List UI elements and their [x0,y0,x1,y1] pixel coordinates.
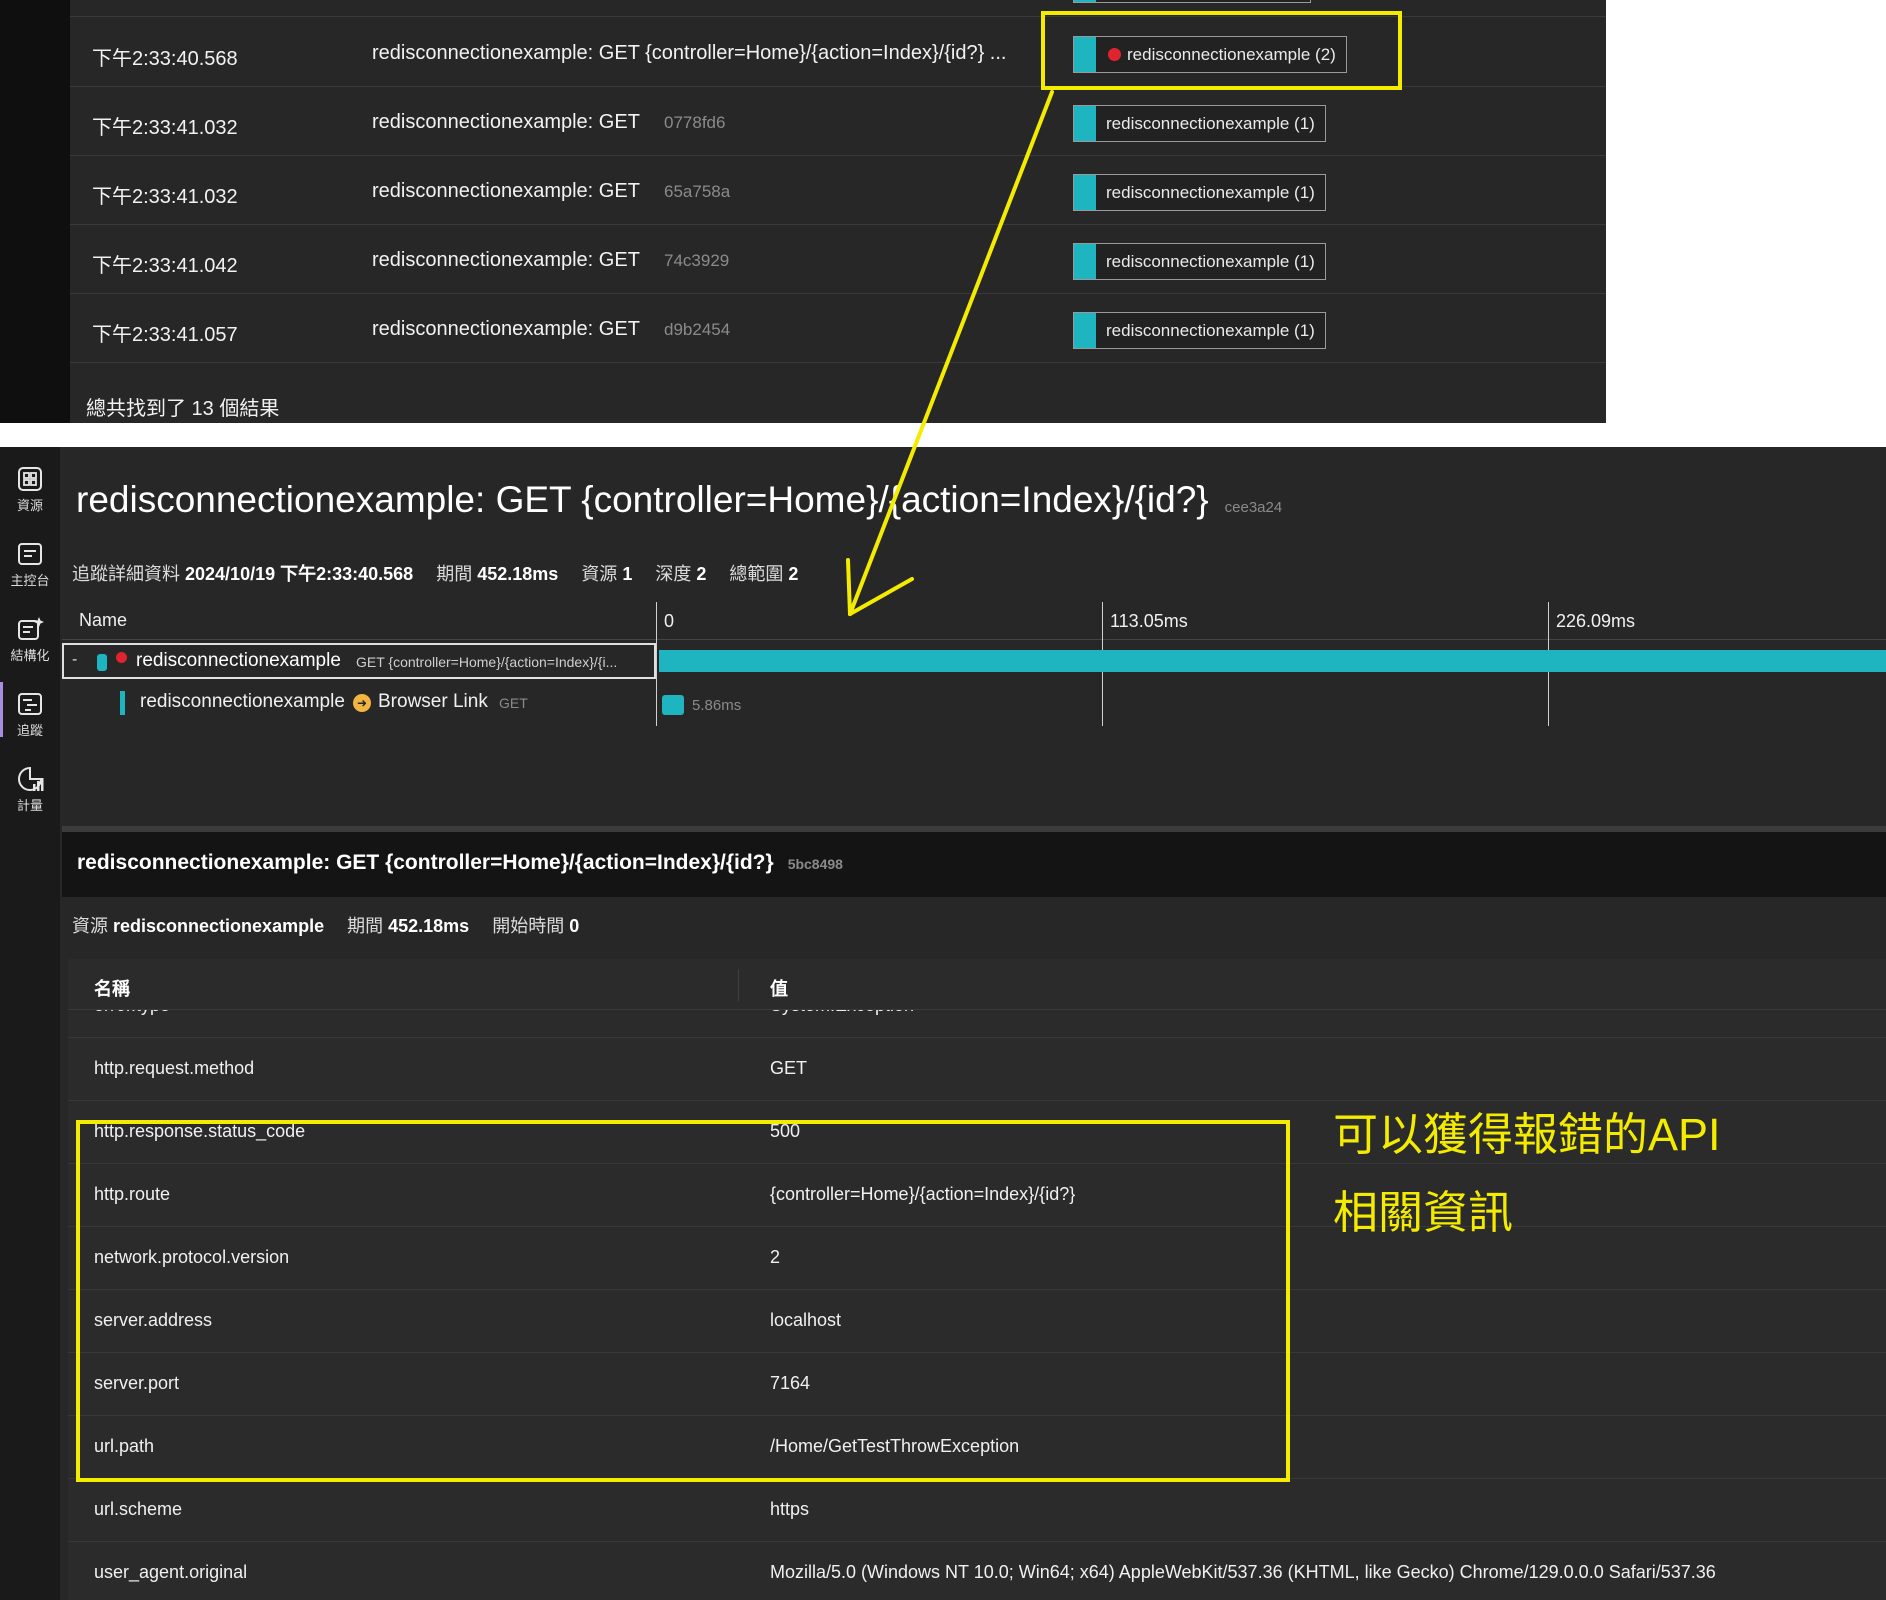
error-icon [116,652,127,663]
trace-id: d9b2454 [664,320,731,339]
tick-label: 226.09ms [1556,611,1636,631]
side-nav: 資源 主控台 結構化 追蹤 計量 [0,447,60,1600]
attributes-header: 名稱 值 [68,959,1886,1010]
structured-icon [18,617,44,640]
span-service: redisconnectionexample [140,691,345,712]
span-service: redisconnectionexample [136,650,341,671]
resources-icon [18,467,42,491]
table-row[interactable]: user_agent.original Mozilla/5.0 (Windows… [68,1542,1886,1600]
trace-name[interactable]: redisconnectionexample: GET {controller=… [372,42,1006,65]
span-duration: 5.86ms [692,697,742,714]
trace-timestamp: 下午2:33:41.057 [92,324,238,346]
trace-id: 0778fd6 [664,113,726,132]
console-icon [18,543,42,565]
value-column-header: 值 [770,979,788,999]
trace-meta: 追蹤詳細資料 2024/10/19 下午2:33:40.568 期間 452.1… [72,564,799,584]
resource-badge[interactable]: redisconnectionexample (1) [1073,105,1326,142]
span-operation: GET {controller=Home}/{action=Index}/{i.… [356,654,618,670]
resource-badge[interactable]: redisconnectionexample (1) [1073,243,1326,280]
highlight-box-error-trace [1041,11,1402,90]
nav-item-console[interactable]: 主控台 [0,522,60,592]
nav-item-resources[interactable]: 資源 [0,447,60,517]
trace-name[interactable]: redisconnectionexample: GET [372,111,640,134]
name-column-header: 名稱 [94,979,130,999]
service-color-bar [120,691,125,715]
timeline-tick [656,602,657,726]
results-summary: 總共找到了 13 個結果 [86,398,280,420]
traces-icon [18,693,42,715]
resource-badge[interactable]: redisconnectionexample (1) [1073,312,1326,349]
trace-name[interactable]: redisconnectionexample: GET [372,318,640,341]
trace-timestamp: 下午2:33:41.042 [92,255,238,277]
table-row[interactable]: 下午2:33:41.032 redisconnectionexample: GE… [70,156,1606,225]
name-column-header: Name [79,610,128,630]
span-bar-child[interactable] [662,695,684,715]
span-row-root[interactable]: - redisconnectionexample GET {controller… [62,643,656,679]
sidebar-strip [0,0,70,423]
table-row[interactable]: 下午2:33:41.042 redisconnectionexample: GE… [70,225,1606,294]
resource-badge[interactable]: redisconnectionexample (1) [1073,174,1326,211]
trace-id: 74c3929 [664,251,730,270]
trace-id: cee3a24 [1224,499,1283,516]
span-link-label: Browser Link [378,691,488,712]
span-method: GET [499,695,528,711]
trace-timestamp: 下午2:33:40.568 [92,48,238,70]
metrics-icon [18,766,44,791]
trace-name[interactable]: redisconnectionexample: GET [372,180,640,203]
nav-item-traces[interactable]: 追蹤 [0,672,60,742]
page-title: redisconnectionexample: GET {controller=… [76,479,1283,520]
span-id: 5bc8498 [787,856,843,872]
table-row[interactable]: url.scheme https [68,1479,1886,1542]
arrow-right-icon: ➜ [353,694,371,712]
span-meta: 資源 redisconnectionexample 期間 452.18ms 開始… [72,916,580,936]
nav-item-structured[interactable]: 結構化 [0,597,60,667]
service-icon [97,654,107,671]
annotation-text-line1: 可以獲得報錯的API [1333,1109,1721,1160]
table-row[interactable]: 下午2:33:41.057 redisconnectionexample: GE… [70,294,1606,363]
nav-item-metrics[interactable]: 計量 [0,747,60,817]
table-row[interactable]: 下午2:33:41.032 redisconnectionexample: GE… [70,87,1606,156]
trace-id: 65a758a [664,182,731,201]
trace-name[interactable]: redisconnectionexample: GET [372,249,640,272]
collapse-toggle[interactable]: - [72,651,77,669]
resource-badge[interactable] [1073,0,1311,3]
table-row[interactable]: http.request.method GET [68,1038,1886,1101]
annotation-text-line2: 相關資訊 [1333,1187,1514,1238]
span-bar-root[interactable] [659,650,1886,672]
trace-timestamp: 下午2:33:41.032 [92,117,238,139]
tick-label: 113.05ms [1110,611,1188,631]
tick-label: 0 [664,611,675,631]
trace-timestamp: 下午2:33:41.032 [92,186,238,208]
span-details-header: redisconnectionexample: GET {controller=… [62,832,1886,897]
highlight-box-attributes [76,1120,1290,1482]
span-title: redisconnectionexample: GET {controller=… [77,851,774,874]
